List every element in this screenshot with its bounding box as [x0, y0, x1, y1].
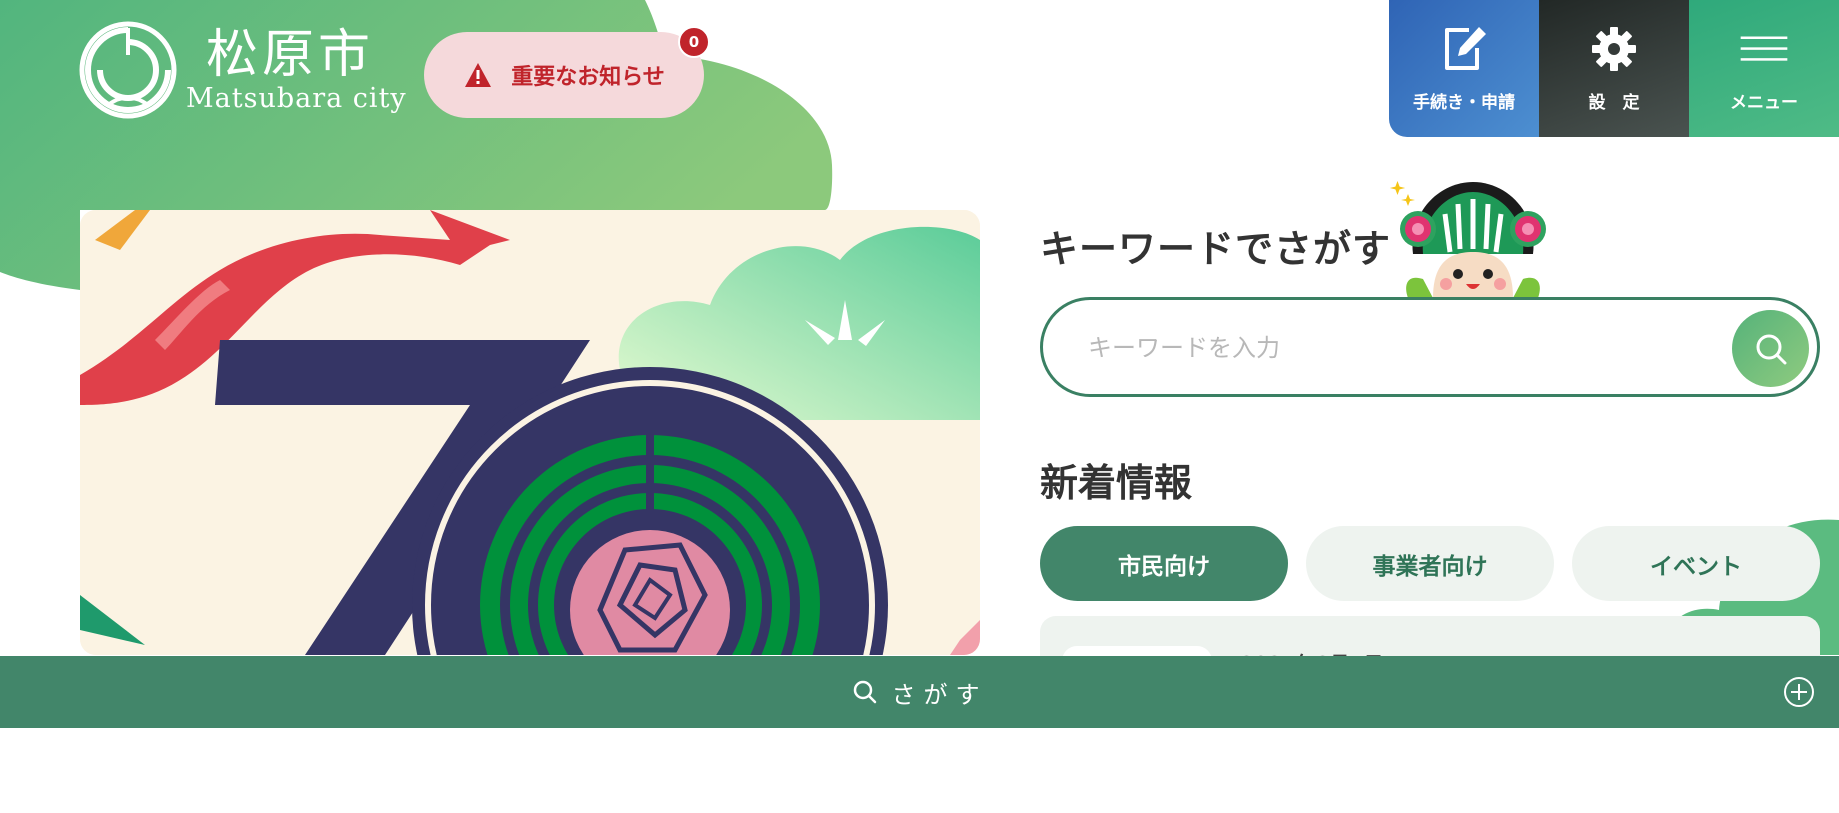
tab-events[interactable]: イベント: [1572, 526, 1820, 601]
top-navigation: 手続き・申請 設 定 メニュー: [1389, 0, 1839, 137]
menu-label: メニュー: [1730, 93, 1798, 113]
edit-icon: [1445, 27, 1486, 70]
notice-count-badge: 0: [678, 26, 710, 58]
anniversary-70-illustration: [80, 210, 980, 655]
settings-label: 設 定: [1588, 93, 1640, 113]
bottom-search-label: さがす: [891, 680, 988, 709]
gear-icon: [1592, 27, 1636, 71]
news-tabs: 市民向け 事業者向け イベント: [1040, 526, 1820, 601]
hero-banner[interactable]: [80, 210, 980, 655]
logo-name-jp: 松原市: [206, 25, 375, 85]
city-emblem-icon: [79, 21, 177, 119]
keyword-search-title: キーワードでさがす: [1040, 227, 1392, 271]
expand-plus-icon[interactable]: [1783, 676, 1815, 708]
logo-text: 松原市 Matsubara city: [186, 26, 407, 114]
procedures-label: 手続き・申請: [1413, 93, 1515, 113]
logo-name-en: Matsubara city: [186, 83, 407, 114]
important-notice-button[interactable]: 重要なお知らせ 0: [424, 26, 710, 118]
mascot-character: [1389, 181, 1546, 298]
procedures-button[interactable]: 手続き・申請: [1389, 0, 1539, 137]
site-logo[interactable]: 松原市 Matsubara city: [78, 20, 407, 120]
keyword-search-box: [1040, 297, 1820, 397]
keyword-search-input[interactable]: [1088, 326, 1688, 370]
hamburger-icon: [1740, 36, 1788, 61]
news-section-title: 新着情報: [1040, 461, 1193, 505]
important-notice-label: 重要なお知らせ: [511, 65, 665, 90]
settings-button[interactable]: 設 定: [1539, 0, 1689, 137]
tab-citizens[interactable]: 市民向け: [1040, 526, 1288, 601]
menu-button[interactable]: メニュー: [1689, 0, 1839, 137]
tab-businesses[interactable]: 事業者向け: [1306, 526, 1554, 601]
warning-icon: [465, 63, 492, 87]
search-submit-button[interactable]: [1732, 310, 1809, 387]
search-icon: [853, 680, 876, 704]
bottom-search-bar[interactable]: さがす: [0, 656, 1839, 728]
search-icon: [1756, 334, 1786, 364]
